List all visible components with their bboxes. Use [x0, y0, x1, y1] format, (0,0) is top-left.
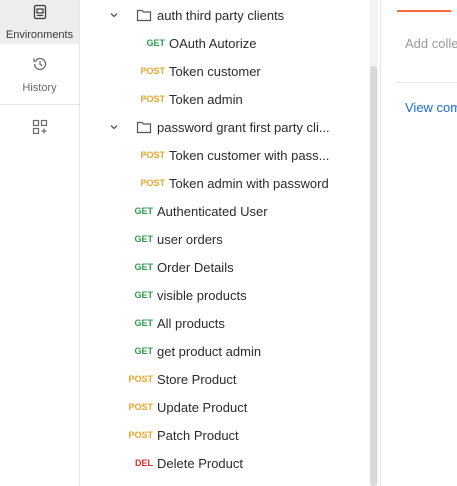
- request-name: OAuth Autorize: [169, 35, 257, 51]
- scrollbar-thumb[interactable]: [370, 66, 377, 486]
- method-badge: GET: [134, 262, 153, 272]
- environments-icon: [32, 4, 48, 25]
- folder-row[interactable]: password grant first party cli...: [80, 113, 370, 141]
- request-name: get product admin: [157, 343, 262, 359]
- request-name: visible products: [157, 287, 247, 303]
- environments-label: Environments: [5, 28, 74, 41]
- nav-history[interactable]: History: [0, 52, 79, 96]
- request-item[interactable]: GET OAuth Autorize: [80, 29, 370, 57]
- request-name: Authenticated User: [157, 203, 268, 219]
- chevron-down-icon[interactable]: [108, 9, 120, 21]
- sidebar-nav: Environments History: [0, 0, 80, 486]
- request-name: Order Details: [157, 259, 234, 275]
- request-item[interactable]: GET Authenticated User: [80, 197, 370, 225]
- request-item[interactable]: GET get product admin: [80, 337, 370, 365]
- request-item[interactable]: POST Token admin with password: [80, 169, 370, 197]
- method-badge: GET: [134, 290, 153, 300]
- request-name: Token customer: [169, 63, 261, 79]
- request-name: All products: [157, 315, 225, 331]
- nav-configure-workspace[interactable]: [0, 116, 79, 142]
- request-item[interactable]: POST Store Product: [80, 365, 370, 393]
- request-name: Token admin with password: [169, 175, 329, 191]
- request-item[interactable]: GET visible products: [80, 281, 370, 309]
- method-badge: GET: [146, 38, 165, 48]
- chevron-down-icon[interactable]: [108, 121, 120, 133]
- folder-icon: [136, 8, 152, 22]
- request-item[interactable]: DEL Delete Product: [80, 449, 370, 477]
- folder-icon: [136, 120, 152, 134]
- request-name: user orders: [157, 231, 223, 247]
- nav-divider: [0, 104, 79, 105]
- method-badge: GET: [134, 234, 153, 244]
- request-name: Delete Product: [157, 455, 243, 471]
- add-description-field[interactable]: Add colle: [405, 36, 457, 51]
- folder-name: password grant first party cli...: [157, 119, 330, 135]
- method-badge: GET: [134, 318, 153, 328]
- nav-environments[interactable]: Environments: [0, 0, 79, 44]
- overview-panel: Add colle View com: [380, 0, 457, 486]
- request-name: Patch Product: [157, 427, 239, 443]
- method-badge: POST: [140, 150, 165, 160]
- view-link[interactable]: View com: [405, 100, 457, 115]
- panel-divider: [395, 82, 457, 83]
- request-name: Token admin: [169, 91, 243, 107]
- request-item[interactable]: POST Token customer: [80, 57, 370, 85]
- folder-row[interactable]: auth third party clients: [80, 1, 370, 29]
- method-badge: POST: [140, 66, 165, 76]
- collection-tree: auth third party clients GET OAuth Autor…: [80, 0, 380, 486]
- method-badge: GET: [134, 206, 153, 216]
- method-badge: DEL: [135, 458, 153, 468]
- method-badge: GET: [134, 346, 153, 356]
- history-label: History: [22, 81, 57, 94]
- request-item[interactable]: POST Token customer with pass...: [80, 141, 370, 169]
- method-badge: POST: [140, 94, 165, 104]
- method-badge: POST: [128, 402, 153, 412]
- request-name: Store Product: [157, 371, 237, 387]
- request-item[interactable]: POST Patch Product: [80, 421, 370, 449]
- request-item[interactable]: GET user orders: [80, 225, 370, 253]
- request-item[interactable]: POST Update Product: [80, 393, 370, 421]
- method-badge: POST: [128, 430, 153, 440]
- request-item[interactable]: POST Token admin: [80, 85, 370, 113]
- folder-name: auth third party clients: [157, 7, 285, 23]
- add-grid-icon: [32, 119, 48, 140]
- method-badge: POST: [128, 374, 153, 384]
- history-icon: [31, 55, 49, 78]
- tab-overview[interactable]: [397, 0, 451, 12]
- request-name: Update Product: [157, 399, 248, 415]
- request-item[interactable]: GET Order Details: [80, 253, 370, 281]
- request-name: Token customer with pass...: [169, 147, 330, 163]
- request-item[interactable]: GET All products: [80, 309, 370, 337]
- method-badge: POST: [140, 178, 165, 188]
